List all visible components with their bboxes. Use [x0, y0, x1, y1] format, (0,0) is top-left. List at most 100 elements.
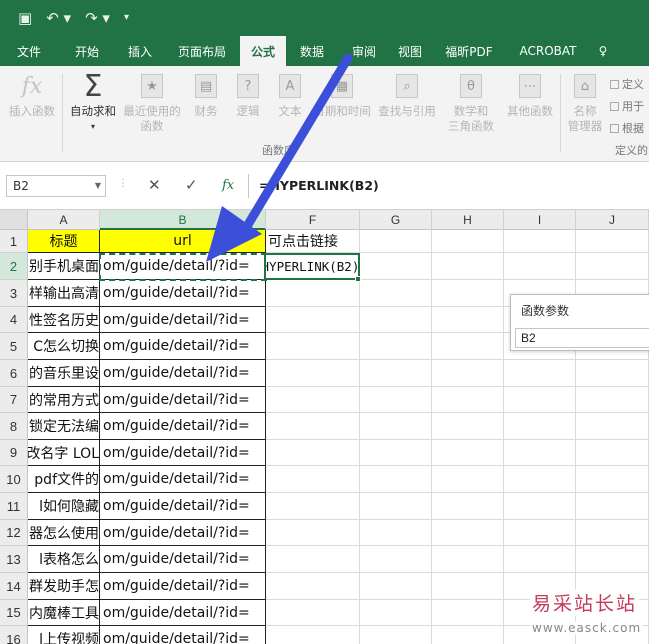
recently-used-button[interactable]: ★ 最近使用的 函数: [120, 72, 184, 134]
row-header-6[interactable]: 6: [0, 360, 28, 387]
cell-J12[interactable]: [576, 520, 649, 546]
row-header-7[interactable]: 7: [0, 387, 28, 413]
cell-G3[interactable]: [360, 280, 432, 307]
cell-J6[interactable]: [576, 360, 649, 387]
tab-view[interactable]: 视图: [390, 36, 430, 66]
name-box[interactable]: B2 ▼: [6, 175, 106, 197]
cell-A9[interactable]: 改名字 LOL: [28, 440, 100, 466]
cell-H10[interactable]: [432, 466, 504, 493]
cancel-icon[interactable]: ✕: [148, 176, 161, 194]
cell-G1[interactable]: [360, 230, 432, 253]
tab-data[interactable]: 数据: [286, 36, 338, 66]
select-all-corner[interactable]: [0, 210, 28, 230]
cell-A10[interactable]: pdf文件的: [28, 466, 100, 493]
cell-A13[interactable]: l表格怎么: [28, 546, 100, 573]
cell-A16[interactable]: l上传视频: [28, 626, 100, 644]
cell-G12[interactable]: [360, 520, 432, 546]
cell-I9[interactable]: [504, 440, 576, 466]
cell-I7[interactable]: [504, 387, 576, 413]
cell-G6[interactable]: [360, 360, 432, 387]
cell-G4[interactable]: [360, 307, 432, 333]
tab-formulas[interactable]: 公式: [240, 36, 286, 66]
cell-I6[interactable]: [504, 360, 576, 387]
cell-J1[interactable]: [576, 230, 649, 253]
cell-I1[interactable]: [504, 230, 576, 253]
cell-F4[interactable]: [266, 307, 360, 333]
cell-A3[interactable]: 样输出高清: [28, 280, 100, 307]
column-header-A[interactable]: A: [28, 210, 100, 230]
cell-B6[interactable]: om/guide/detail/?id=: [100, 360, 266, 387]
cell-B4[interactable]: om/guide/detail/?id=: [100, 307, 266, 333]
tab-page-layout[interactable]: 页面布局: [164, 36, 240, 66]
cell-A7[interactable]: 的常用方式: [28, 387, 100, 413]
row-header-2[interactable]: 2: [0, 253, 28, 280]
cell-F1[interactable]: 可点击链接: [266, 230, 360, 253]
cell-G15[interactable]: [360, 600, 432, 626]
cell-B15[interactable]: om/guide/detail/?id=: [100, 600, 266, 626]
cell-G8[interactable]: [360, 413, 432, 440]
column-header-B[interactable]: B: [100, 210, 266, 230]
cell-B11[interactable]: om/guide/detail/?id=: [100, 493, 266, 520]
column-header-I[interactable]: I: [504, 210, 576, 230]
cell-I2[interactable]: [504, 253, 576, 280]
row-header-8[interactable]: 8: [0, 413, 28, 440]
cell-H12[interactable]: [432, 520, 504, 546]
math-trig-button[interactable]: θ 数学和 三角函数: [440, 72, 502, 134]
cell-H7[interactable]: [432, 387, 504, 413]
tab-foxit-pdf[interactable]: 福昕PDF: [430, 36, 508, 66]
cell-H5[interactable]: [432, 333, 504, 360]
define-name-button[interactable]: 定义: [610, 76, 644, 92]
tab-file[interactable]: 文件: [0, 36, 58, 66]
column-header-F[interactable]: F: [266, 210, 360, 230]
resize-handle[interactable]: ⋮: [118, 178, 129, 189]
cell-F15[interactable]: [266, 600, 360, 626]
cell-H2[interactable]: [432, 253, 504, 280]
cell-G9[interactable]: [360, 440, 432, 466]
cell-J2[interactable]: [576, 253, 649, 280]
row-header-14[interactable]: 14: [0, 573, 28, 600]
cell-B8[interactable]: om/guide/detail/?id=: [100, 413, 266, 440]
cell-B16[interactable]: om/guide/detail/?id=: [100, 626, 266, 644]
cell-I8[interactable]: [504, 413, 576, 440]
cell-H13[interactable]: [432, 546, 504, 573]
row-header-13[interactable]: 13: [0, 546, 28, 573]
row-header-4[interactable]: 4: [0, 307, 28, 333]
cell-G13[interactable]: [360, 546, 432, 573]
cell-I10[interactable]: [504, 466, 576, 493]
financial-button[interactable]: ▤ 财务: [186, 72, 226, 119]
cell-J7[interactable]: [576, 387, 649, 413]
cell-F8[interactable]: [266, 413, 360, 440]
cell-I12[interactable]: [504, 520, 576, 546]
cell-B13[interactable]: om/guide/detail/?id=: [100, 546, 266, 573]
cell-H11[interactable]: [432, 493, 504, 520]
cell-J11[interactable]: [576, 493, 649, 520]
tab-insert[interactable]: 插入: [116, 36, 164, 66]
row-header-16[interactable]: 16: [0, 626, 28, 644]
cell-G5[interactable]: [360, 333, 432, 360]
lookup-reference-button[interactable]: ⌕ 查找与引用: [374, 72, 440, 119]
text-button[interactable]: A 文本: [270, 72, 310, 119]
cell-A6[interactable]: 的音乐里设: [28, 360, 100, 387]
argument-input[interactable]: B2: [515, 328, 649, 348]
tab-acrobat[interactable]: ACROBAT: [508, 36, 588, 66]
row-header-10[interactable]: 10: [0, 466, 28, 493]
cell-J8[interactable]: [576, 413, 649, 440]
cell-A4[interactable]: 性签名历史: [28, 307, 100, 333]
row-header-1[interactable]: 1: [0, 230, 28, 253]
cell-F13[interactable]: [266, 546, 360, 573]
row-header-3[interactable]: 3: [0, 280, 28, 307]
cell-F11[interactable]: [266, 493, 360, 520]
redo-icon[interactable]: ↷ ▾: [85, 10, 110, 26]
insert-function-button[interactable]: fx 插入函数: [4, 72, 60, 119]
cell-A5[interactable]: C怎么切换: [28, 333, 100, 360]
cell-B9[interactable]: om/guide/detail/?id=: [100, 440, 266, 466]
cell-A11[interactable]: l如何隐藏: [28, 493, 100, 520]
cell-F7[interactable]: [266, 387, 360, 413]
cell-H9[interactable]: [432, 440, 504, 466]
save-icon[interactable]: ▣: [18, 10, 32, 26]
cell-A12[interactable]: 器怎么使用: [28, 520, 100, 546]
cell-A2[interactable]: 别手机桌面: [28, 253, 100, 280]
customize-toolbar-icon[interactable]: ▾: [124, 13, 129, 23]
cell-H8[interactable]: [432, 413, 504, 440]
fill-handle[interactable]: [355, 276, 361, 282]
